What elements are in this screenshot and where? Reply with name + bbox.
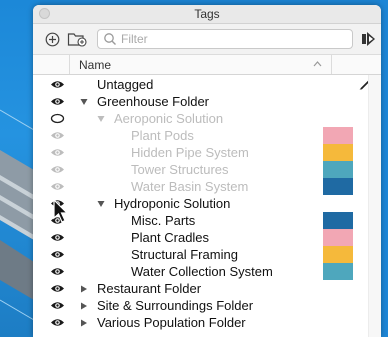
tag-name: Restaurant Folder xyxy=(97,281,202,296)
tag-row[interactable]: Structural Framing xyxy=(33,246,381,263)
tag-name: Structural Framing xyxy=(131,247,238,262)
tag-color-swatch[interactable] xyxy=(323,229,353,246)
tag-color-swatch[interactable] xyxy=(323,212,353,229)
tag-name: Plant Pods xyxy=(131,128,194,143)
disclosure-triangle-open-icon[interactable] xyxy=(97,115,105,123)
tag-color-swatch[interactable] xyxy=(323,161,353,178)
tag-row[interactable]: Hydroponic Solution xyxy=(33,195,381,212)
tag-color-swatch[interactable] xyxy=(323,144,353,161)
tag-row[interactable]: Restaurant Folder xyxy=(33,280,381,297)
tag-name: Water Basin System xyxy=(131,179,249,194)
add-tag-icon xyxy=(45,32,59,46)
search-icon xyxy=(104,33,116,45)
eye-icon[interactable] xyxy=(50,283,65,294)
eye-icon[interactable] xyxy=(50,147,65,158)
tag-name: Misc. Parts xyxy=(131,213,196,228)
tag-name: Site & Surroundings Folder xyxy=(97,298,254,313)
tag-color-swatch[interactable] xyxy=(323,127,353,144)
tag-row[interactable]: Water Collection System xyxy=(33,263,381,280)
tag-row[interactable]: Tower Structures xyxy=(33,161,381,178)
eye-icon[interactable] xyxy=(50,317,65,328)
filter-input[interactable] xyxy=(119,32,343,46)
disclosure-triangle-open-icon[interactable] xyxy=(97,200,105,208)
scrollbar[interactable] xyxy=(368,75,381,337)
eye-icon[interactable] xyxy=(50,249,65,260)
tag-row[interactable]: Plant Pods xyxy=(33,127,381,144)
eye-icon[interactable] xyxy=(50,79,65,90)
tag-row[interactable]: Plant Cradles xyxy=(33,229,381,246)
column-header: Name xyxy=(33,55,381,75)
toolbar xyxy=(33,24,381,55)
hidden-eye-icon[interactable] xyxy=(50,113,65,124)
tag-name: Hidden Pipe System xyxy=(131,145,249,160)
add-tag-button[interactable] xyxy=(43,30,61,48)
add-folder-button[interactable] xyxy=(66,30,88,48)
tag-name: Greenhouse Folder xyxy=(97,94,210,109)
tag-row[interactable]: Site & Surroundings Folder xyxy=(33,297,381,314)
eye-icon[interactable] xyxy=(50,181,65,192)
eye-icon[interactable] xyxy=(50,300,65,311)
tag-name: Aeroponic Solution xyxy=(114,111,224,126)
tag-name: Tower Structures xyxy=(131,162,229,177)
disclosure-triangle-open-icon[interactable] xyxy=(80,98,88,106)
tag-color-swatch[interactable] xyxy=(323,263,353,280)
tag-name: Plant Cradles xyxy=(131,230,210,245)
name-column-header[interactable]: Name xyxy=(79,58,111,72)
tag-row[interactable]: Greenhouse Folder xyxy=(33,93,381,110)
disclosure-triangle-closed-icon[interactable] xyxy=(80,319,88,327)
tag-row[interactable]: Water Basin System xyxy=(33,178,381,195)
eye-icon[interactable] xyxy=(50,130,65,141)
tag-row[interactable]: Various Population Folder xyxy=(33,314,381,331)
eye-icon[interactable] xyxy=(50,96,65,107)
window-title: Tags xyxy=(194,7,220,21)
tag-color-swatch[interactable] xyxy=(323,178,353,195)
sort-chevron-up-icon[interactable] xyxy=(313,60,322,67)
tags-panel: Tags Filter Name Untagged Greenhouse Fol… xyxy=(33,5,381,337)
desktop-background-right xyxy=(380,0,388,337)
tag-row[interactable]: Untagged xyxy=(33,76,381,93)
filter-field[interactable] xyxy=(97,29,353,49)
disclosure-triangle-closed-icon[interactable] xyxy=(80,302,88,310)
tag-name: Untagged xyxy=(97,77,154,92)
header-separator xyxy=(69,55,70,74)
details-arrow-icon[interactable] xyxy=(361,31,377,47)
tag-name: Water Collection System xyxy=(131,264,273,279)
disclosure-triangle-closed-icon[interactable] xyxy=(80,285,88,293)
tag-color-swatch[interactable] xyxy=(323,246,353,263)
eye-icon[interactable] xyxy=(50,266,65,277)
tag-row[interactable]: Aeroponic Solution xyxy=(33,110,381,127)
add-folder-icon xyxy=(67,33,87,47)
mouse-cursor-icon xyxy=(53,199,69,223)
eye-icon[interactable] xyxy=(50,164,65,175)
eye-icon[interactable] xyxy=(50,232,65,243)
tag-list: Untagged Greenhouse Folder Aeroponic Solut… xyxy=(33,76,381,331)
tag-row[interactable]: Hidden Pipe System xyxy=(33,144,381,161)
tag-name: Various Population Folder xyxy=(97,315,246,330)
title-bar: Tags xyxy=(33,5,381,24)
header-separator xyxy=(331,55,332,74)
tag-name: Hydroponic Solution xyxy=(114,196,231,211)
tag-row[interactable]: Misc. Parts xyxy=(33,212,381,229)
